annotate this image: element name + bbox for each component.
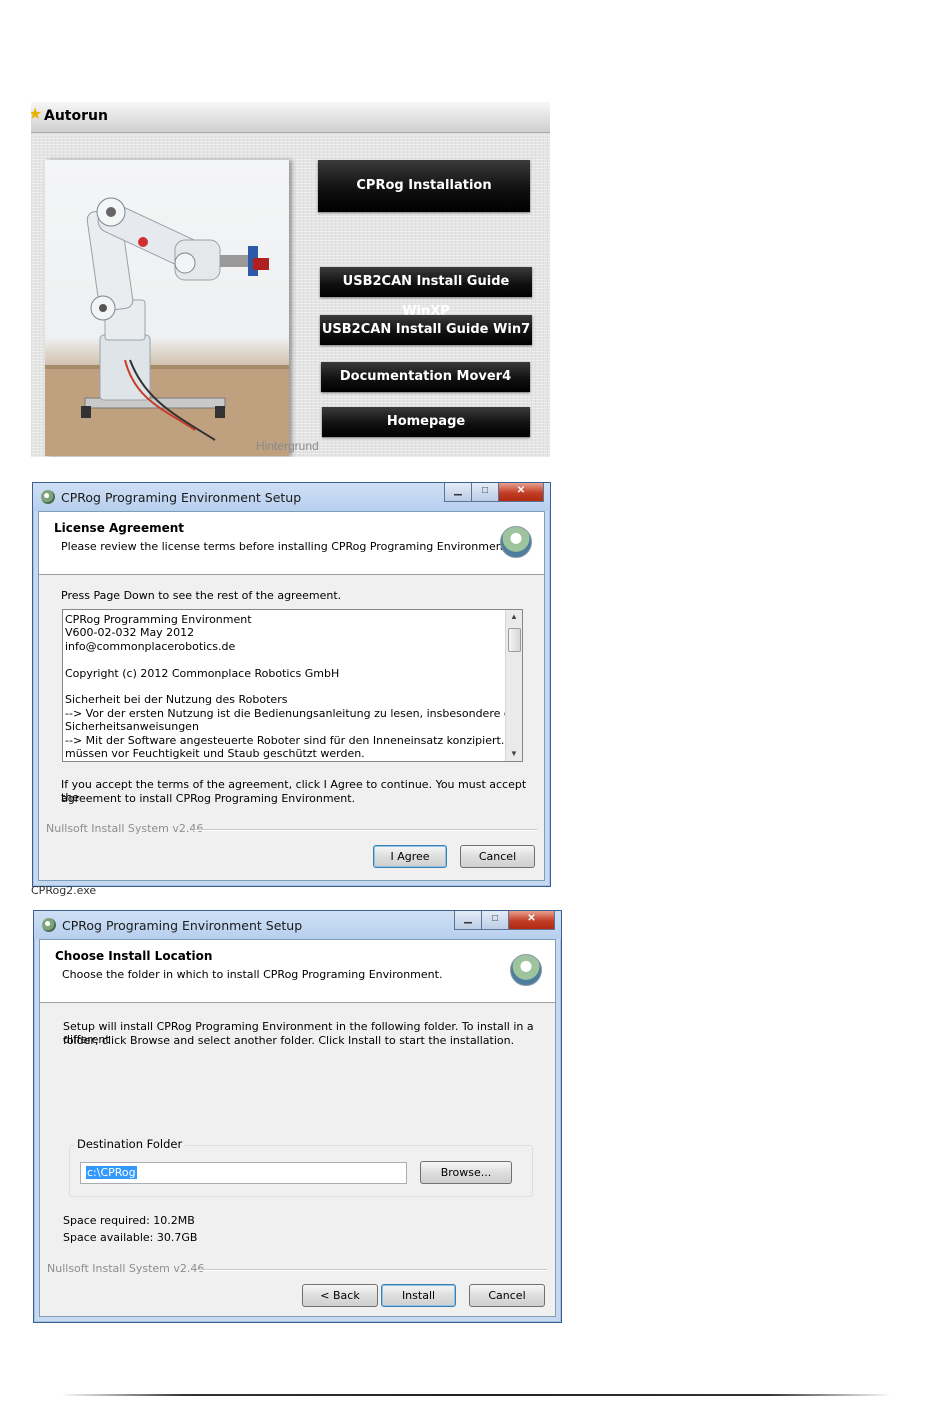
photo-caption: Hintergrund <box>256 439 319 453</box>
minimize-icon[interactable]: ▁ <box>454 911 482 930</box>
header-subtitle: Please review the license terms before i… <box>61 540 511 553</box>
license-line: Sicherheitsanweisungen <box>65 720 199 734</box>
dialog-title: CPRog Programing Environment Setup <box>61 490 302 505</box>
destination-folder-label: Destination Folder <box>74 1137 186 1151</box>
autorun-window: ★ Autorun Hintergrund CPRog Installation… <box>31 102 550 457</box>
homepage-button[interactable]: Homepage <box>322 407 530 437</box>
license-line: Sicherheit bei der Nutzung des Roboters <box>65 693 288 707</box>
license-line: müssen vor Feuchtigkeit und Staub geschü… <box>65 747 365 761</box>
accept-text-line-2: agreement to install CPRog Programing En… <box>61 792 356 805</box>
star-icon: ★ <box>31 106 43 123</box>
header-subtitle: Choose the folder in which to install CP… <box>62 968 443 981</box>
autorun-title: Autorun <box>44 108 108 124</box>
minimize-icon[interactable]: ▁ <box>444 483 472 502</box>
nsis-version-label: Nullsoft Install System v2.46 <box>46 822 204 835</box>
header-title: License Agreement <box>54 521 185 535</box>
setup-app-icon <box>41 490 55 504</box>
cancel-button[interactable]: Cancel <box>460 845 535 868</box>
install-location-dialog: CPRog Programing Environment Setup ▁ □ ✕… <box>33 910 562 1323</box>
nsis-version-label: Nullsoft Install System v2.46 <box>47 1262 205 1275</box>
dialog-content: License Agreement Please review the lice… <box>38 511 545 881</box>
page-bottom-rule <box>60 1394 892 1396</box>
separator <box>197 1269 547 1271</box>
dialog-titlebar: CPRog Programing Environment Setup ▁ □ ✕ <box>34 911 561 939</box>
usb2can-guide-winxp-button[interactable]: USB2CAN Install Guide WinXP <box>320 267 532 319</box>
instruction-text: Press Page Down to see the rest of the a… <box>61 589 342 602</box>
license-text: CPRog Programming Environment V600-02-032… <box>65 613 523 761</box>
destination-path-input[interactable]: c:\CPRog <box>80 1162 407 1184</box>
scroll-up-icon[interactable]: ▲ <box>506 610 522 624</box>
i-agree-button[interactable]: I Agree <box>373 845 447 868</box>
destination-path-value: c:\CPRog <box>86 1166 137 1179</box>
background-window-fragment: CPRog2.exe <box>31 886 97 896</box>
license-agreement-dialog: CPRog Programing Environment Setup ▁ □ ✕… <box>32 482 551 887</box>
license-line <box>65 680 504 693</box>
dialog-header: Choose Install Location Choose the folde… <box>40 940 555 1003</box>
documentation-mover4-button[interactable]: Documentation Mover4 <box>321 362 530 392</box>
robot-arm-photo <box>45 160 289 456</box>
nsis-installer-icon <box>510 954 542 986</box>
license-line: Copyright (c) 2012 Commonplace Robotics … <box>65 666 340 680</box>
dialog-header: License Agreement Please review the lice… <box>39 512 544 575</box>
dialog-titlebar: CPRog Programing Environment Setup ▁ □ ✕ <box>33 483 550 511</box>
maximize-icon[interactable]: □ <box>471 483 499 502</box>
license-scrollbar[interactable]: ▲ ▼ <box>505 610 522 761</box>
usb2can-guide-win7-button[interactable]: USB2CAN Install Guide Win7 <box>320 315 532 345</box>
install-button[interactable]: Install <box>381 1284 456 1307</box>
autorun-titlebar: ★ Autorun <box>31 102 550 133</box>
license-line: --> Vor der ersten Nutzung ist die Bedie… <box>65 706 521 720</box>
scroll-down-icon[interactable]: ▼ <box>506 747 522 761</box>
license-line: --> Mit der Software angesteuerte Robote… <box>65 733 523 747</box>
destination-folder-group: Destination Folder c:\CPRog Browse... <box>69 1137 533 1197</box>
nsis-installer-icon <box>500 526 532 558</box>
close-icon[interactable]: ✕ <box>508 911 555 930</box>
dialog-content: Choose Install Location Choose the folde… <box>39 939 556 1317</box>
close-icon[interactable]: ✕ <box>498 483 544 502</box>
license-line <box>65 653 504 666</box>
maximize-icon[interactable]: □ <box>481 911 509 930</box>
license-text-box[interactable]: CPRog Programming Environment V600-02-032… <box>62 609 523 762</box>
space-available-text: Space available: 30.7GB <box>63 1231 198 1244</box>
cprog-installation-button[interactable]: CPRog Installation <box>318 160 530 212</box>
back-button[interactable]: < Back <box>302 1284 378 1307</box>
header-title: Choose Install Location <box>55 949 213 963</box>
autorun-body: Hintergrund CPRog Installation USB2CAN I… <box>31 133 550 457</box>
robot-arm-illustration <box>45 197 289 456</box>
license-line: CPRog Programming Environment <box>65 613 252 626</box>
license-line: V600-02-032 May 2012 <box>65 626 195 640</box>
body-text-line-2: folder, click Browse and select another … <box>63 1034 515 1047</box>
space-required-text: Space required: 10.2MB <box>63 1214 195 1227</box>
cancel-button[interactable]: Cancel <box>469 1284 545 1307</box>
separator <box>194 829 537 831</box>
license-line: info@commonplacerobotics.de <box>65 639 236 653</box>
dialog-title: CPRog Programing Environment Setup <box>62 918 303 933</box>
setup-app-icon <box>42 918 56 932</box>
browse-button[interactable]: Browse... <box>420 1161 512 1184</box>
scroll-thumb[interactable] <box>508 628 521 652</box>
